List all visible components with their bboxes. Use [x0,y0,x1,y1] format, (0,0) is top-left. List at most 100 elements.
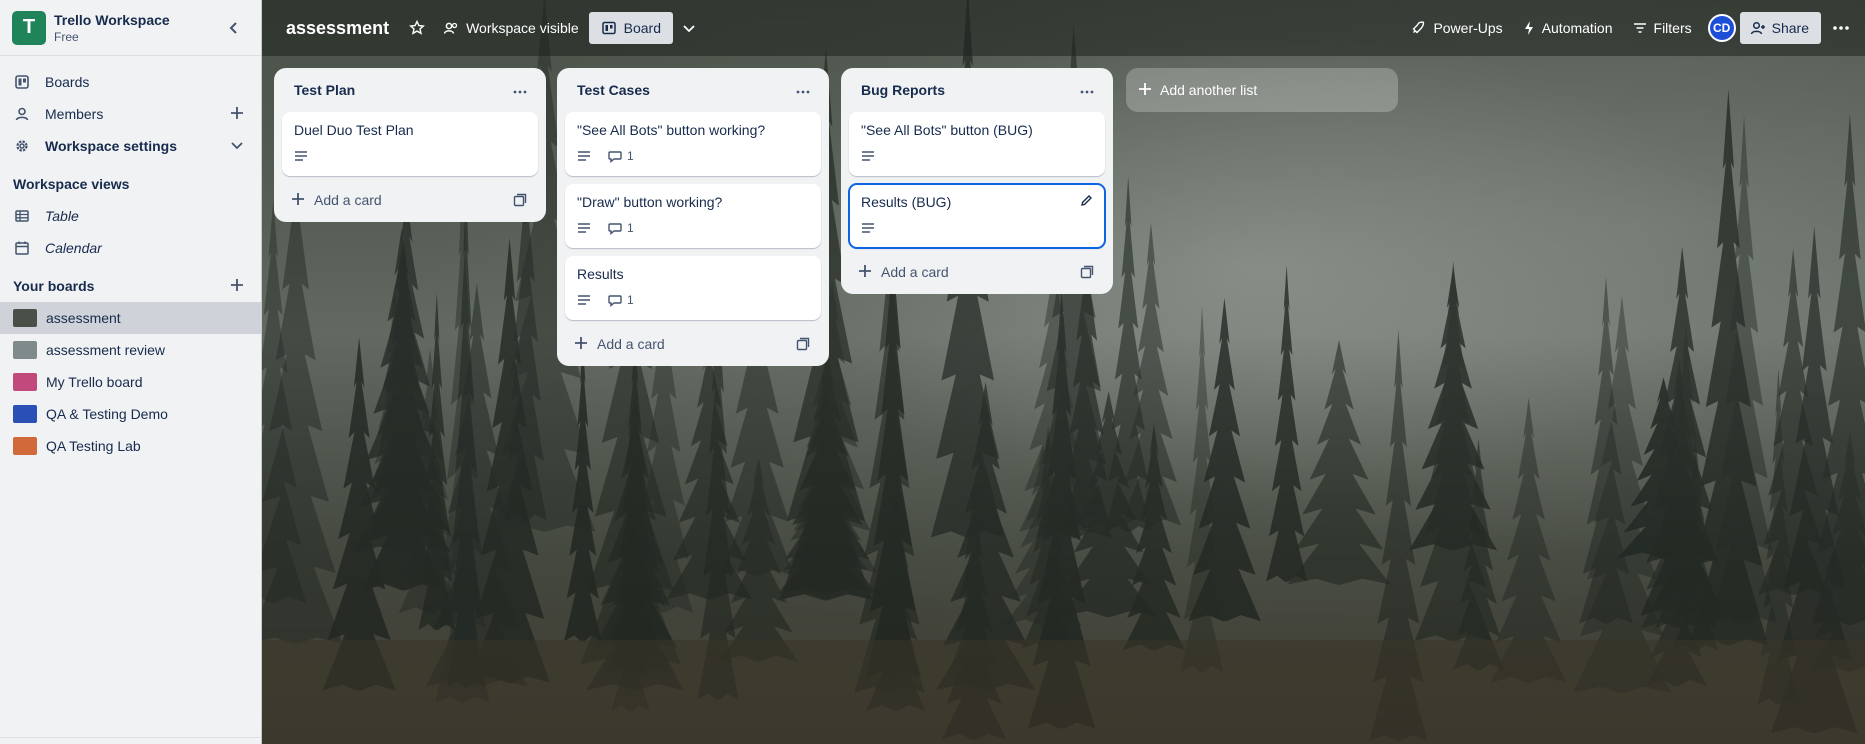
comment-icon [608,222,622,235]
view-switcher-button[interactable] [673,12,705,44]
add-another-list-button[interactable]: Add another list [1126,68,1398,112]
view-tab-board[interactable]: Board [588,12,673,44]
sidebar-board-qa-testing-demo[interactable]: QA & Testing Demo [0,398,261,430]
comment-count: 1 [627,221,634,235]
plus-icon [857,262,873,283]
sidebar-item-label: Boards [45,74,90,90]
description-badge [294,150,313,162]
sidebar-item-calendar[interactable]: Calendar [0,232,261,264]
plus-icon [290,190,306,211]
create-from-template-icon[interactable] [793,337,813,351]
list-header: Test Cases [565,76,821,104]
collapse-sidebar-button[interactable] [219,13,249,43]
list-title[interactable]: Test Plan [294,82,506,98]
plus-icon [231,278,243,291]
board-label: My Trello board [46,374,143,390]
list-title[interactable]: Test Cases [577,82,789,98]
filter-icon [1633,21,1647,35]
comment-count: 1 [627,293,634,307]
board-thumbnail [13,341,37,359]
avatar[interactable]: CD [1707,14,1736,42]
section-label: Your boards [13,278,95,294]
sidebar-divider [0,737,261,738]
star-button[interactable] [401,12,433,44]
filters-button[interactable]: Filters [1623,12,1702,44]
visibility-button[interactable]: Workspace visible [433,12,589,44]
description-badge [577,294,596,306]
sidebar-board-my-trello-board[interactable]: My Trello board [0,366,261,398]
add-list-label: Add another list [1160,82,1258,98]
description-badge [577,150,596,162]
comment-icon [608,294,622,307]
plus-icon [231,106,243,119]
share-button[interactable]: Share [1739,12,1821,44]
sidebar-board-assessment[interactable]: assessment [0,302,261,334]
sidebar-item-workspace-settings[interactable]: Workspace settings [0,130,261,162]
comments-badge: 1 [608,293,634,307]
board-title[interactable]: assessment [286,18,389,39]
card[interactable]: Results (BUG) [848,183,1106,249]
add-member-button[interactable] [226,104,248,125]
automation-button[interactable]: Automation [1513,12,1623,44]
pencil-icon[interactable] [1080,194,1093,210]
comments-badge: 1 [608,149,634,163]
list-menu-button[interactable] [789,81,817,99]
add-card-button[interactable]: Add a card [849,256,1105,288]
card-badges: 1 [577,290,809,310]
chevron-down-icon [683,25,695,33]
board-icon [13,74,31,90]
plus-icon [1138,80,1152,101]
list-menu-button[interactable] [1073,81,1101,99]
create-from-template-icon[interactable] [510,193,530,207]
sidebar-item-members[interactable]: Members [0,98,261,130]
workspace-plan: Free [54,29,79,44]
card-title: "Draw" button working? [577,194,723,210]
add-card-button[interactable]: Add a card [282,184,538,216]
create-from-template-icon[interactable] [1077,265,1097,279]
power-ups-button[interactable]: Power-Ups [1400,12,1512,44]
lightning-icon [1523,20,1535,36]
comment-count: 1 [627,149,634,163]
list-header: Bug Reports [849,76,1105,104]
description-icon [577,294,591,306]
description-badge [577,222,596,234]
sidebar-item-label: Members [45,106,104,122]
card[interactable]: Results 1 [565,256,821,320]
board-view-icon [601,20,617,36]
sidebar-board-qa-testing-lab[interactable]: QA Testing Lab [0,430,261,462]
person-icon [13,106,31,122]
card[interactable]: Duel Duo Test Plan [282,112,538,176]
add-board-button[interactable] [226,278,248,295]
workspace-logo[interactable]: T [12,10,46,45]
automation-label: Automation [1541,20,1613,36]
gear-icon [13,138,31,154]
list-menu-button[interactable] [506,81,534,99]
board-label: QA & Testing Demo [46,406,168,422]
card[interactable]: "Draw" button working? 1 [565,184,821,248]
plus-icon [573,334,589,355]
add-card-button[interactable]: Add a card [565,328,821,360]
description-icon [861,222,875,234]
your-boards-heading: Your boards [0,270,261,302]
list-test-plan: Test Plan Duel Duo Test Plan Add a card [274,68,546,222]
more-options-button[interactable] [1825,12,1857,44]
sidebar-item-label: Workspace settings [45,138,178,154]
card-badges: 1 [577,218,809,238]
card[interactable]: "See All Bots" button (BUG) [849,112,1105,176]
sidebar-item-boards[interactable]: Boards [0,66,261,98]
sidebar-board-assessment-review[interactable]: assessment review [0,334,261,366]
sidebar-item-label: Calendar [45,240,102,256]
view-tab-label: Board [623,20,661,36]
list-test-cases: Test Cases "See All Bots" button working… [557,68,829,366]
list-title[interactable]: Bug Reports [861,82,1073,98]
power-ups-label: Power-Ups [1433,20,1503,36]
sidebar-item-table[interactable]: Table [0,200,261,232]
card[interactable]: "See All Bots" button working? 1 [565,112,821,176]
chevron-down-icon[interactable] [226,136,248,157]
workspace-info[interactable]: Trello Workspace Free [54,11,219,45]
star-icon [409,20,426,35]
workspace-name[interactable]: Trello Workspace [54,11,219,29]
ellipsis-icon [1833,26,1849,30]
description-icon [861,150,875,162]
workspace-header: T Trello Workspace Free [0,0,261,56]
